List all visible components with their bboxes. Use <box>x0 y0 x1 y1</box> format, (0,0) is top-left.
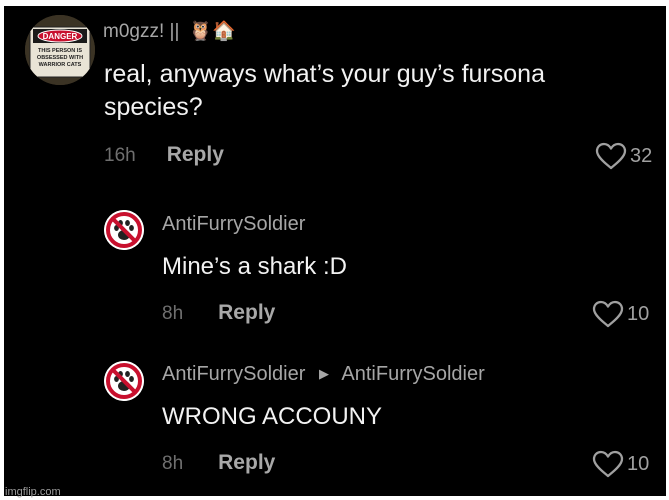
like-button[interactable]: 10 <box>592 450 649 478</box>
comment-username[interactable]: m0gzz! || 🦉🏠 <box>103 19 236 43</box>
avatar[interactable]: DANGER THIS PERSON IS OBSESSED WITH WARR… <box>25 15 95 85</box>
danger-sign-line-3: WARRIOR CATS <box>39 62 82 68</box>
reply-button[interactable]: Reply <box>218 301 275 325</box>
avatar[interactable] <box>104 210 144 250</box>
danger-sign-avatar-image: DANGER THIS PERSON IS OBSESSED WITH WARR… <box>25 15 95 85</box>
comment-text: Mine’s a shark :D <box>162 253 347 280</box>
like-count: 32 <box>630 144 653 167</box>
comment-thread: DANGER THIS PERSON IS OBSESSED WITH WARR… <box>4 6 666 496</box>
comment-text: WRONG ACCOUNY <box>162 403 383 430</box>
comment-timestamp: 16h <box>104 145 136 166</box>
username-text: m0gzz! || <box>103 21 180 42</box>
comment-meta: 8h Reply <box>162 301 275 325</box>
comment-meta: 8h Reply <box>162 451 275 475</box>
danger-sign-line-2: OBSESSED WITH <box>37 55 83 61</box>
comment-meta: 16h Reply <box>104 143 224 167</box>
comment-timestamp: 8h <box>162 303 184 324</box>
comment-timestamp: 8h <box>162 453 184 474</box>
right-triangle-icon: ▶ <box>318 366 329 381</box>
like-count: 10 <box>627 302 650 325</box>
no-furries-ban-icon <box>104 361 144 401</box>
heart-outline-icon <box>592 450 624 478</box>
danger-sign-header: DANGER <box>43 32 78 41</box>
comment-username-row: AntiFurrySoldier ▶ AntiFurrySoldier <box>162 363 485 386</box>
like-count: 10 <box>627 452 650 475</box>
danger-sign-line-1: THIS PERSON IS <box>38 48 82 54</box>
reply-to-username[interactable]: AntiFurrySoldier <box>341 363 484 385</box>
watermark: imgflip.com <box>5 486 61 498</box>
no-furries-ban-icon <box>104 210 144 250</box>
comment-username[interactable]: AntiFurrySoldier <box>162 213 305 236</box>
like-button[interactable]: 10 <box>592 300 649 328</box>
comment-username[interactable]: AntiFurrySoldier <box>162 363 305 385</box>
like-button[interactable]: 32 <box>595 142 652 170</box>
comment-text-line-2: species? <box>104 93 203 121</box>
avatar[interactable] <box>104 361 144 401</box>
heart-outline-icon <box>595 142 627 170</box>
reply-button[interactable]: Reply <box>167 143 224 167</box>
owl-house-emoji: 🦉🏠 <box>188 21 236 42</box>
comment-text-line-1: real, anyways what’s your guy’s fursona <box>104 60 545 88</box>
heart-outline-icon <box>592 300 624 328</box>
reply-button[interactable]: Reply <box>218 451 275 475</box>
comment-text: real, anyways what’s your guy’s fursona … <box>104 58 545 124</box>
